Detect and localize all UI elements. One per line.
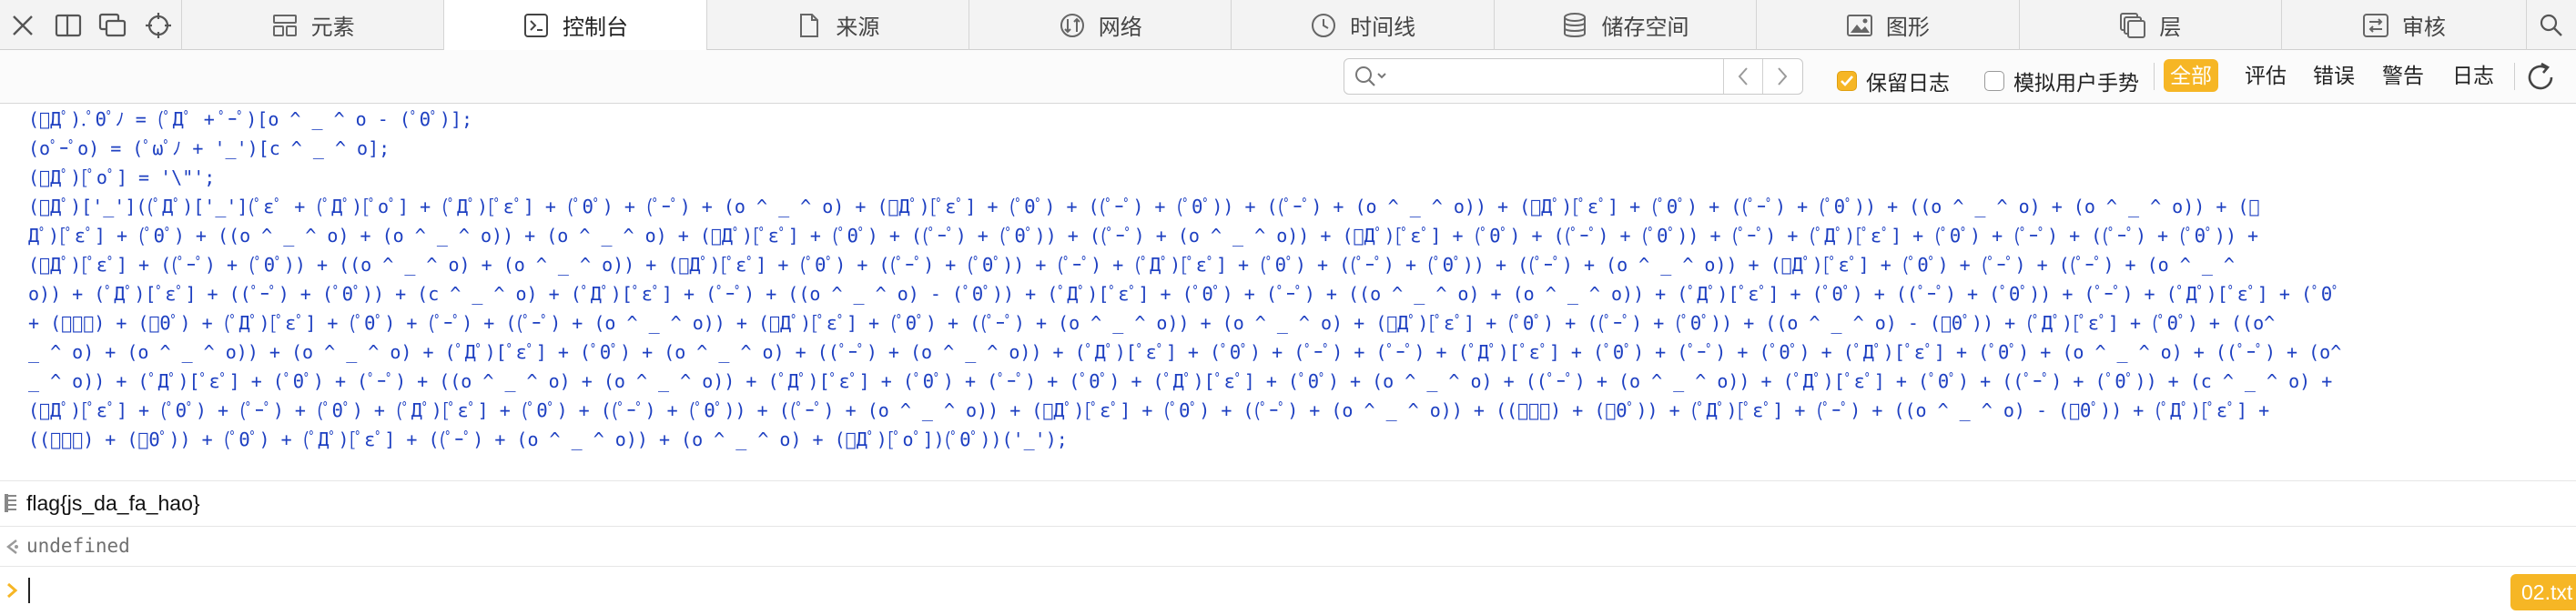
tab-network[interactable]: 网络: [969, 0, 1232, 50]
tab-layers[interactable]: 层: [2020, 0, 2282, 50]
code-line: _ ^ o)) + (ﾟДﾟ)[ﾟεﾟ] + (ﾟΘﾟ) + (ﾟｰﾟ) + (…: [28, 370, 2333, 392]
console-prompt[interactable]: 02.txt: [0, 567, 2576, 615]
code-line: (oﾟｰﾟo) = (ﾟωﾟﾉ + '_')[c ^ _ ^ o];: [28, 137, 390, 159]
console-output-text: flag{js_da_fa_hao}: [26, 491, 200, 515]
tab-label: 图形: [1885, 15, 1930, 40]
audit-icon: [2362, 12, 2389, 39]
simulate-user-gesture-checkbox[interactable]: 模拟用户手势: [1984, 66, 2139, 96]
checkbox-unchecked-icon: [1984, 71, 2004, 91]
tab-timeline[interactable]: 时间线: [1232, 0, 1495, 50]
level-filter-evaluations[interactable]: 评估: [2238, 59, 2293, 92]
clear-console-icon[interactable]: [2524, 61, 2557, 98]
code-line: _ ^ o) + (o ^ _ ^ o)) + (o ^ _ ^ o) + (ﾟ…: [28, 341, 2342, 363]
window-controls: [0, 0, 182, 50]
tab-label: 元素: [310, 15, 355, 40]
tab-graphics[interactable]: 图形: [1757, 0, 2020, 50]
element-picker-icon[interactable]: [136, 0, 181, 50]
tab-sources[interactable]: 来源: [707, 0, 970, 50]
simulate-user-gesture-label: 模拟用户手势: [2013, 71, 2139, 95]
close-icon[interactable]: [0, 0, 46, 50]
tab-elements[interactable]: 元素: [182, 0, 445, 50]
timeline-icon: [1310, 12, 1337, 39]
tab-label: 时间线: [1350, 15, 1416, 40]
code-line: + (ﾟｰﾟ) + (ﾟΘﾟ) + (ﾟДﾟ)[ﾟεﾟ] + (ﾟΘﾟ) + (…: [28, 312, 2276, 334]
divider: [2514, 63, 2515, 90]
tab-label: 储存空间: [1601, 15, 1689, 40]
level-filter-logs[interactable]: 日志: [2446, 59, 2500, 92]
return-arrow-icon: [4, 537, 20, 561]
console-icon: [522, 12, 550, 39]
filter-search-icon[interactable]: [1354, 65, 1390, 93]
tab-label: 来源: [836, 15, 880, 40]
level-filter-warnings[interactable]: 警告: [2376, 59, 2430, 92]
previous-match-icon[interactable]: [1724, 59, 1762, 94]
code-line: ((ﾟｰﾟ) + (ﾟΘﾟ)) + (ﾟΘﾟ) + (ﾟДﾟ)[ﾟεﾟ] + (…: [28, 428, 1068, 450]
console-filter-bar: 保留日志 模拟用户手势 全部 评估 错误 警告 日志: [0, 50, 2576, 104]
checkbox-checked-icon: [1837, 71, 1857, 91]
tab-label: 控制台: [563, 15, 629, 40]
prompt-chevron-icon: [5, 581, 18, 604]
tab-label: 网络: [1098, 15, 1142, 40]
sources-icon: [796, 12, 823, 39]
console-output-entry: flag{js_da_fa_hao}: [0, 481, 2576, 527]
text-caret: [28, 578, 30, 603]
level-filter-all[interactable]: 全部: [2164, 59, 2218, 92]
code-line: (ﾟДﾟ)['_']((ﾟДﾟ)['_'](ﾟεﾟ + (ﾟДﾟ)[ﾟoﾟ] +…: [28, 196, 2260, 217]
elements-icon: [271, 12, 299, 39]
level-filter-errors[interactable]: 错误: [2307, 59, 2361, 92]
tab-audit[interactable]: 审核: [2282, 0, 2527, 50]
tab-storage[interactable]: 储存空间: [1495, 0, 1758, 50]
layers-icon: [2119, 12, 2146, 39]
network-icon: [1059, 12, 1086, 39]
output-icon: [4, 493, 18, 518]
code-line: Дﾟ)[ﾟεﾟ] + (ﾟΘﾟ) + ((o ^ _ ^ o) + (o ^ _…: [28, 225, 2259, 247]
dock-side-icon[interactable]: [46, 0, 91, 50]
evaluated-code-entry: (ﾟДﾟ).ﾟΘﾟﾉ = (ﾟДﾟ + ﾟｰﾟ)[o ^ _ ^ o - (ﾟΘ…: [0, 104, 2576, 481]
console-filter-input[interactable]: [1394, 63, 1698, 92]
detach-window-icon[interactable]: [91, 0, 137, 50]
divider: [2154, 63, 2155, 90]
code-line: (ﾟДﾟ).ﾟΘﾟﾉ = (ﾟДﾟ + ﾟｰﾟ)[o ^ _ ^ o - (ﾟΘ…: [28, 108, 473, 130]
preserve-log-label: 保留日志: [1866, 71, 1950, 95]
devtools-tab-bar: 元素 控制台 来源 网络 时间线 储存空间 图形 层 审核: [0, 0, 2576, 50]
source-file-badge[interactable]: 02.txt: [2510, 574, 2576, 610]
console-result-entry: undefined: [0, 527, 2576, 567]
search-icon[interactable]: [2527, 0, 2576, 50]
storage-icon: [1561, 12, 1588, 39]
code-line: (ﾟДﾟ)[ﾟoﾟ] = '\"';: [28, 166, 216, 188]
next-match-icon[interactable]: [1763, 59, 1801, 94]
tab-console[interactable]: 控制台: [444, 0, 707, 50]
console-return-value: undefined: [26, 535, 130, 557]
tab-label: 审核: [2401, 15, 2446, 40]
console-log-area: (ﾟДﾟ).ﾟΘﾟﾉ = (ﾟДﾟ + ﾟｰﾟ)[o ^ _ ^ o - (ﾟΘ…: [0, 104, 2576, 615]
console-filter-field[interactable]: [1344, 58, 1803, 95]
code-line: (ﾟДﾟ)[ﾟεﾟ] + (ﾟΘﾟ) + (ﾟｰﾟ) + (ﾟΘﾟ) + (ﾟД…: [28, 399, 2270, 421]
code-line: (ﾟДﾟ)[ﾟεﾟ] + ((ﾟｰﾟ) + (ﾟΘﾟ)) + ((o ^ _ ^…: [28, 254, 2235, 276]
code-line: o)) + (ﾟДﾟ)[ﾟεﾟ] + ((ﾟｰﾟ) + (ﾟΘﾟ)) + (c …: [28, 283, 2342, 305]
tab-label: 层: [2159, 15, 2182, 40]
preserve-log-checkbox[interactable]: 保留日志: [1837, 66, 1950, 96]
graphics-icon: [1846, 12, 1873, 39]
